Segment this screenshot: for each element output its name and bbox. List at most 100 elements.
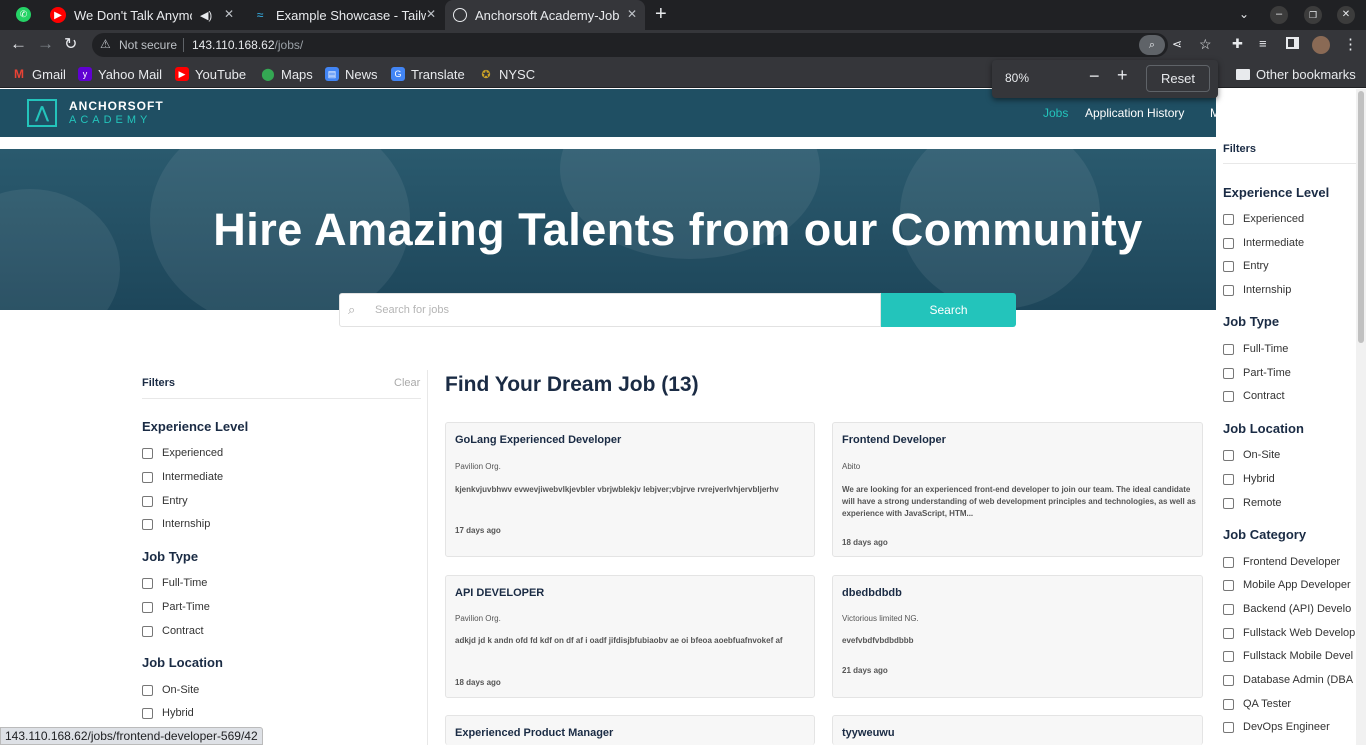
search-button[interactable]: Search — [881, 293, 1016, 327]
side-checkbox-intermediate[interactable]: Intermediate — [1223, 237, 1304, 249]
zoom-reset-button[interactable]: Reset — [1146, 65, 1210, 92]
checkbox[interactable] — [1223, 343, 1234, 355]
checkbox[interactable] — [1223, 473, 1234, 485]
close-icon[interactable]: ✕ — [426, 7, 436, 21]
zoom-out-icon[interactable]: − — [1089, 66, 1100, 87]
checkbox[interactable] — [1223, 721, 1234, 733]
checkbox-hybrid[interactable]: Hybrid — [142, 707, 194, 719]
side-checkbox-remote[interactable]: Remote — [1223, 497, 1282, 509]
side-checkbox-category[interactable]: DevOps Engineer — [1223, 721, 1330, 733]
side-panel-icon[interactable] — [1286, 37, 1299, 49]
speaker-icon[interactable]: ◀) — [200, 9, 212, 22]
share-icon[interactable]: ⋖ — [1172, 37, 1182, 51]
side-checkbox-category[interactable]: Frontend Developer — [1223, 556, 1340, 568]
window-close-icon[interactable]: ✕ — [1337, 6, 1355, 24]
checkbox[interactable] — [1223, 674, 1234, 686]
media-icon[interactable]: ≡ — [1259, 36, 1267, 51]
avatar[interactable] — [1312, 36, 1330, 54]
checkbox[interactable] — [1223, 603, 1234, 615]
side-checkbox-category[interactable]: Mobile App Developer — [1223, 579, 1351, 591]
checkbox[interactable] — [1223, 497, 1234, 509]
job-card[interactable]: tyyweuwu — [832, 715, 1203, 745]
job-title[interactable]: dbedbdbdb — [842, 587, 902, 599]
checkbox[interactable] — [1223, 449, 1234, 461]
url-text[interactable]: 143.110.168.62/jobs/ — [192, 38, 303, 52]
bookmark-news[interactable]: ▤ News — [325, 64, 378, 84]
bookmark-maps[interactable]: ⬤ Maps — [261, 64, 313, 84]
checkbox[interactable] — [1223, 284, 1234, 296]
job-title[interactable]: API DEVELOPER — [455, 587, 544, 599]
checkbox[interactable] — [1223, 260, 1234, 272]
new-tab-icon[interactable]: + — [655, 3, 667, 26]
zoom-icon[interactable]: ⌕ — [1139, 35, 1165, 55]
side-checkbox-contract[interactable]: Contract — [1223, 390, 1285, 402]
side-checkbox-category[interactable]: Fullstack Web Develop — [1223, 627, 1355, 639]
nav-jobs[interactable]: Jobs — [1043, 106, 1068, 120]
checkbox[interactable] — [1223, 579, 1234, 591]
checkbox-contract[interactable]: Contract — [142, 625, 204, 637]
checkbox-entry[interactable]: Entry — [142, 495, 188, 507]
checkbox[interactable] — [1223, 698, 1234, 710]
side-checkbox-part-time[interactable]: Part-Time — [1223, 367, 1291, 379]
tab-example-showcase[interactable]: ≈ Example Showcase - Tailw ✕ — [244, 0, 444, 30]
logo-text-top[interactable]: ANCHORSOFT — [69, 99, 164, 113]
checkbox[interactable] — [1223, 237, 1234, 249]
job-title[interactable]: GoLang Experienced Developer — [455, 434, 621, 446]
side-checkbox-category[interactable]: QA Tester — [1223, 698, 1291, 710]
checkbox[interactable] — [142, 577, 153, 589]
warning-icon[interactable]: ⚠ — [100, 37, 111, 51]
bookmark-gmail[interactable]: M Gmail — [12, 64, 66, 84]
job-title[interactable]: Experienced Product Manager — [455, 727, 613, 739]
restore-icon[interactable]: ❐ — [1304, 6, 1322, 24]
tab-youtube[interactable]: ▶ We Don't Talk Anymor ◀) ✕ — [42, 0, 242, 30]
reload-icon[interactable]: ↻ — [64, 34, 77, 54]
star-icon[interactable]: ☆ — [1199, 36, 1212, 53]
job-title[interactable]: Frontend Developer — [842, 434, 946, 446]
clear-button[interactable]: Clear — [394, 377, 420, 389]
job-card[interactable]: Frontend Developer Abito We are looking … — [832, 422, 1203, 557]
extensions-icon[interactable]: ✚ — [1232, 36, 1243, 52]
side-checkbox-full-time[interactable]: Full-Time — [1223, 343, 1288, 355]
close-icon[interactable]: ✕ — [627, 7, 637, 21]
whatsapp-icon[interactable]: ✆ — [16, 7, 31, 22]
forward-icon[interactable]: → — [37, 34, 54, 54]
back-icon[interactable]: ← — [10, 34, 27, 54]
checkbox[interactable] — [142, 684, 153, 696]
bookmark-nysc[interactable]: ✪ NYSC — [479, 64, 535, 84]
side-checkbox-hybrid[interactable]: Hybrid — [1223, 473, 1275, 485]
search-input[interactable]: ⌕ Search for jobs — [339, 293, 881, 327]
bookmark-youtube[interactable]: ▶ YouTube — [175, 64, 246, 84]
side-checkbox-category[interactable]: Fullstack Mobile Devel — [1223, 650, 1353, 662]
checkbox[interactable] — [1223, 390, 1234, 402]
scrollbar[interactable] — [1356, 89, 1366, 745]
tab-search-icon[interactable]: ⌄ — [1239, 7, 1249, 21]
job-card[interactable]: dbedbdbdb Victorious limited NG. evefvbd… — [832, 575, 1203, 698]
checkbox[interactable] — [142, 707, 153, 719]
job-card[interactable]: Experienced Product Manager — [445, 715, 815, 745]
job-title[interactable]: tyyweuwu — [842, 727, 895, 739]
checkbox[interactable] — [1223, 627, 1234, 639]
zoom-in-icon[interactable]: + — [1117, 65, 1128, 86]
checkbox-internship[interactable]: Internship — [142, 518, 210, 530]
checkbox-experienced[interactable]: Experienced — [142, 447, 223, 459]
job-card[interactable]: API DEVELOPER Pavilion Org. adkjd jd k a… — [445, 575, 815, 698]
close-icon[interactable]: ✕ — [224, 7, 234, 21]
checkbox-intermediate[interactable]: Intermediate — [142, 471, 223, 483]
checkbox[interactable] — [1223, 367, 1234, 379]
side-checkbox-internship[interactable]: Internship — [1223, 284, 1291, 296]
checkbox[interactable] — [1223, 650, 1234, 662]
nav-application-history[interactable]: Application History — [1085, 106, 1184, 120]
checkbox[interactable] — [142, 471, 153, 483]
checkbox[interactable] — [142, 447, 153, 459]
checkbox[interactable] — [142, 601, 153, 613]
side-checkbox-category[interactable]: Database Admin (DBA — [1223, 674, 1353, 686]
side-checkbox-experienced[interactable]: Experienced — [1223, 213, 1304, 225]
checkbox[interactable] — [1223, 556, 1234, 568]
not-secure-label[interactable]: Not secure — [119, 38, 177, 52]
checkbox-part-time[interactable]: Part-Time — [142, 601, 210, 613]
side-checkbox-category[interactable]: Backend (API) Develo — [1223, 603, 1351, 615]
side-checkbox-entry[interactable]: Entry — [1223, 260, 1269, 272]
bookmark-translate[interactable]: G Translate — [391, 64, 465, 84]
logo-text-bottom[interactable]: ACADEMY — [69, 114, 151, 126]
checkbox-full-time[interactable]: Full-Time — [142, 577, 207, 589]
